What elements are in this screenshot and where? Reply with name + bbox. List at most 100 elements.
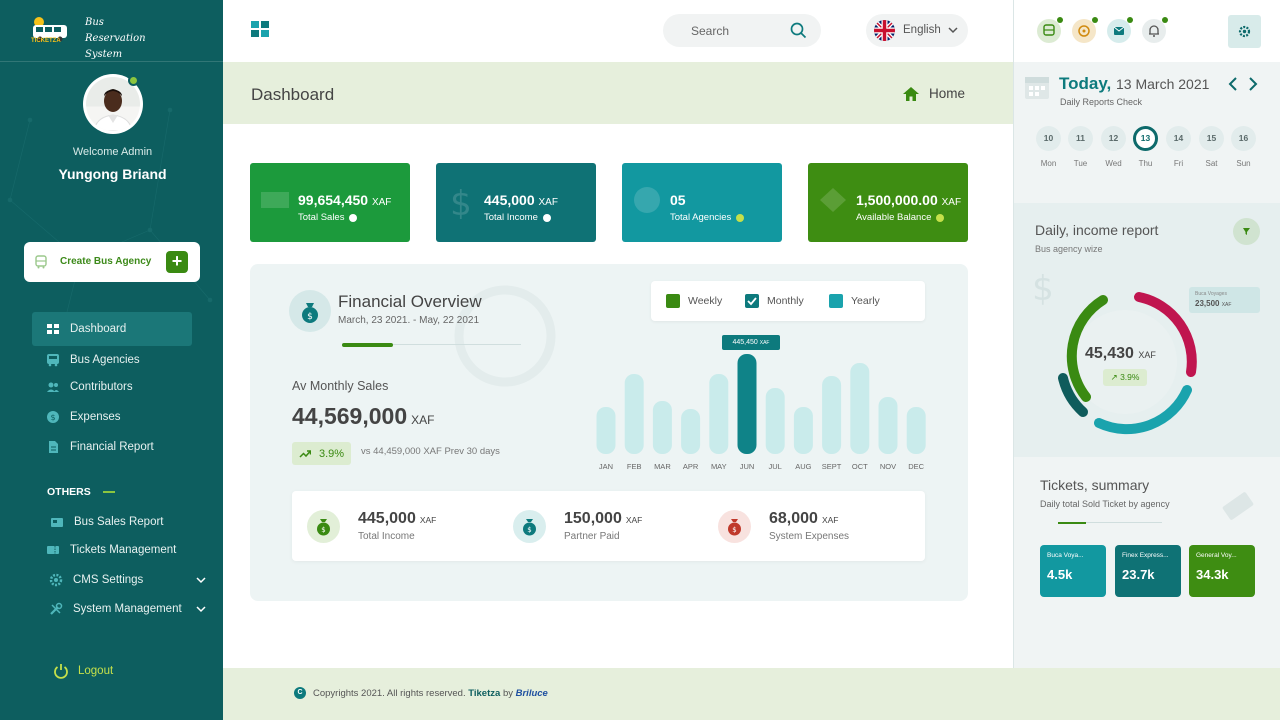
sidebar-item-bus-agencies[interactable]: Bus Agencies [32,349,192,371]
sidebar-item-system-management[interactable]: System Management [49,599,219,619]
create-suffix: Bus Agency [91,256,152,267]
chart-bar-aug[interactable] [793,407,813,454]
stat-label-text: Total Sales [298,212,345,223]
calendar-day-14[interactable]: 14 [1166,126,1191,151]
period-option-monthly[interactable]: Monthly [745,294,804,308]
sidebar-item-dashboard[interactable]: Dashboard [32,312,192,346]
support-notification-icon[interactable] [1072,17,1098,43]
bell-notification-icon[interactable] [1142,17,1168,43]
tickets-title-rest: summary [1087,477,1150,493]
calendar-day-label: Wed [1105,159,1122,168]
sidebar-item-cms-settings[interactable]: CMS Settings [49,570,219,590]
sidebar-item-label: System Management [73,603,182,615]
calendar-day-13[interactable]: 13 [1133,126,1158,151]
ticket-agency: Buca Voya... [1047,552,1084,559]
brand-link[interactable]: Tiketza [468,688,500,699]
chart-bar-oct[interactable] [850,363,870,454]
period-option-weekly[interactable]: Weekly [666,294,722,308]
create-bus-agency-button[interactable]: Create Bus Agency + [24,242,200,282]
breadcrumb-home[interactable]: Home [903,86,965,101]
progress-accent [342,343,393,347]
sidebar-item-label: Bus Agencies [70,354,140,366]
chart-bar-mar[interactable] [652,401,672,454]
daily-change-badge: ↗ 3.9% [1103,369,1147,386]
daily-change: 3.9% [1120,372,1140,382]
tickets-title: Tickets, summary [1040,477,1149,495]
chart-bar-jun[interactable] [737,354,757,454]
language-selector[interactable]: English [866,14,968,47]
logout-button[interactable]: Logout [53,663,113,679]
money-icon [261,192,289,208]
summary-number: 150,000 [564,510,622,527]
chart-bar-may[interactable] [709,374,729,454]
checkbox-checked[interactable] [745,294,759,308]
sidebar-item-contributors[interactable]: Contributors [32,376,192,398]
chart-bar-feb[interactable] [624,374,644,454]
menu-grid-icon[interactable] [251,21,270,38]
chevron-down-icon[interactable] [196,576,206,584]
period-label: Monthly [767,295,804,307]
footer-by: by [502,688,513,699]
mail-notification-icon[interactable] [1107,17,1133,43]
ticket-card-buca[interactable]: Buca Voya... 4.5k [1040,545,1106,597]
maker-logo[interactable]: Briluce [516,688,548,699]
sidebar-item-expenses[interactable]: $ Expenses [32,406,192,428]
summary-label: System Expenses [769,531,850,542]
copyright-icon: C [294,687,306,699]
calendar-day-16[interactable]: 16 [1231,126,1256,151]
sidebar-item-bus-sales-report[interactable]: Bus Sales Report [50,512,220,532]
settings-button[interactable] [1228,15,1261,48]
overview-title: Financial Overview [338,292,482,311]
notification-dot [1092,17,1098,23]
ticket-card-finex[interactable]: Finex Express... 23.7k [1115,545,1181,597]
stat-card-available-balance[interactable]: 1,500,000.00 XAF Available Balance [808,163,968,242]
chart-tick-label: AUG [795,462,811,471]
summary-number: 68,000 [769,510,818,527]
stat-card-total-sales[interactable]: 99,654,450 XAF Total Sales [250,163,410,242]
ticket-card-general[interactable]: General Voy... 34.3k [1189,545,1255,597]
ticket-value: 23.7k [1122,567,1155,582]
bus-notification-icon[interactable] [1037,17,1063,43]
chart-bar-jul[interactable] [765,388,785,454]
dollar-icon: $ [450,185,472,219]
filter-icon [1243,228,1250,235]
period-label: Weekly [688,295,723,307]
stat-card-total-agencies[interactable]: 05 Total Agencies [622,163,782,242]
period-option-yearly[interactable]: Yearly [829,294,880,308]
calendar-day-10[interactable]: 10 [1036,126,1061,151]
calendar-day-label: Mon [1040,159,1057,168]
progress-accent [1058,522,1086,524]
chart-bar-apr[interactable] [681,409,701,454]
stat-number: 05 [670,192,686,208]
chart-bar-dec[interactable] [906,407,926,454]
checkbox[interactable] [666,294,680,308]
calendar-day-11[interactable]: 11 [1068,126,1093,151]
checkbox[interactable] [829,294,843,308]
overview-date-range: March, 23 2021. - May, 22 2021 [338,315,480,326]
search-icon[interactable] [790,22,807,39]
calendar-day-12[interactable]: 12 [1101,126,1126,151]
chart-bar-nov[interactable] [878,397,898,454]
chart-bar-sept[interactable] [822,376,842,454]
calendar-day-label: Fri [1173,159,1184,168]
sidebar-item-label: Bus Sales Report [74,516,164,528]
chevron-right-icon[interactable] [1248,77,1258,91]
stat-card-total-income[interactable]: $ 445,000 XAF Total Income [436,163,596,242]
sidebar-item-tickets-management[interactable]: Tickets Management [46,540,216,560]
calendar-day-15[interactable]: 15 [1199,126,1224,151]
filter-button[interactable] [1233,218,1260,245]
sidebar-item-financial-report[interactable]: Financial Report [32,436,192,458]
stat-unit: XAF [941,197,962,208]
comparison-text: vs 44,459,000 XAF Prev 30 days [361,446,500,457]
chevron-left-icon[interactable] [1228,77,1238,91]
logo-wordmark: TICKETZA [31,38,61,44]
stat-label-text: Available Balance [856,212,932,223]
search-input[interactable]: Search [663,14,821,47]
money-bag-icon: $ [718,510,751,543]
tickets-title-bold: Tickets, [1040,477,1088,493]
callout-unit: XAF [1221,302,1232,308]
chart-bar-jan[interactable] [596,407,616,454]
chevron-down-icon[interactable] [196,605,206,613]
breadcrumb-label: Home [929,86,966,101]
app-title-line1: Bus Reservation [85,17,146,44]
